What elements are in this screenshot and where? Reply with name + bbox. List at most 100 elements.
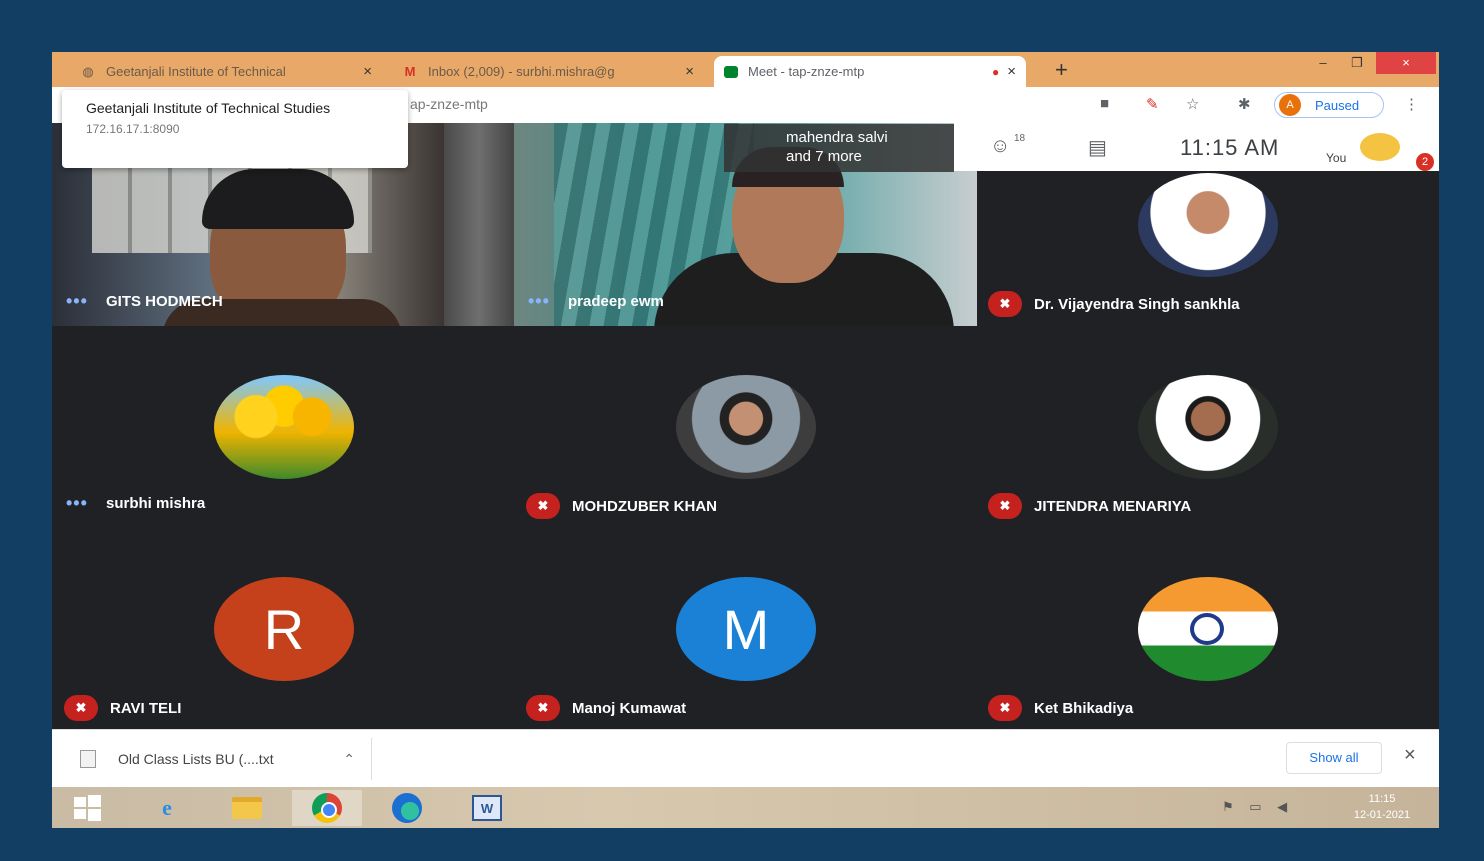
tab-close-button[interactable]: ×: [685, 63, 694, 80]
internet-explorer-button[interactable]: e: [132, 790, 202, 826]
meet-icon: [724, 65, 738, 78]
file-icon: [80, 750, 96, 768]
participant-name: Dr. Vijayendra Singh sankhla: [1034, 295, 1240, 313]
windows-taskbar: e W ⚑ ▭ ◀ 11:15 12-01-2021: [52, 787, 1439, 828]
participant-cap: [202, 169, 354, 229]
word-button[interactable]: W: [452, 790, 522, 826]
taskbar-time: 11:15: [1368, 793, 1396, 805]
mic-off-icon: ✖: [988, 493, 1022, 519]
ie-icon: e: [162, 795, 172, 820]
extensions-icon[interactable]: ✱: [1238, 95, 1251, 113]
participant-name: pradeep ewm: [568, 293, 664, 310]
tab-inbox[interactable]: M Inbox (2,009) - surbhi.mishra@g ×: [392, 56, 704, 87]
blocked-popup-icon[interactable]: ✎: [1146, 95, 1159, 113]
participant-name: JITENDRA MENARIYA: [1034, 497, 1192, 515]
speaking-icon: •••: [66, 291, 88, 311]
participant-name-tag: ••• pradeep ewm: [528, 291, 664, 312]
folder-icon: [232, 797, 262, 819]
start-button[interactable]: [52, 790, 122, 826]
speaking-icon: •••: [528, 291, 550, 311]
meeting-clock: 11:15 AM: [1180, 135, 1280, 160]
avatar: [1138, 173, 1278, 277]
browser-tab-strip: ◍ Geetanjali Institute of Technical × M …: [52, 52, 1439, 87]
meet-top-bar: ☺ 18 ▤ 11:15 AM You 2: [954, 123, 1439, 171]
speaking-icon: •••: [66, 493, 88, 513]
notification-badge: 2: [1416, 153, 1434, 171]
participant-name: GITS HODMECH: [106, 293, 223, 310]
chrome-button[interactable]: [292, 790, 362, 826]
tab-label: Inbox (2,009) - surbhi.mishra@g: [428, 64, 615, 79]
chrome-icon: [312, 793, 342, 823]
download-item[interactable]: Old Class Lists BU (....txt ⌃: [80, 738, 372, 780]
people-icon[interactable]: ☺: [990, 135, 1010, 158]
mic-off-icon: ✖: [526, 695, 560, 721]
recording-dot-icon: ●: [991, 64, 1000, 79]
tooltip-address: 172.16.17.1:8090: [86, 122, 180, 136]
tab-close-button[interactable]: ×: [363, 63, 372, 80]
avatar: [1138, 577, 1278, 681]
camera-icon[interactable]: ■: [1100, 95, 1109, 112]
participant-name-tag: ••• GITS HODMECH: [66, 291, 223, 312]
mic-off-icon: ✖: [64, 695, 98, 721]
taskbar-clock[interactable]: 11:15 12-01-2021: [1342, 791, 1422, 823]
chat-icon[interactable]: ▤: [1088, 135, 1107, 160]
address-bar[interactable]: ap-znze-mtp: [410, 96, 488, 112]
participant-name-tag: ••• surbhi mishra: [66, 493, 205, 514]
download-file-name: Old Class Lists BU (....txt: [118, 751, 274, 767]
gmail-icon: M: [404, 63, 416, 79]
globe-icon: ◍: [82, 63, 94, 79]
tab-hover-tooltip: Geetanjali Institute of Technical Studie…: [62, 90, 408, 168]
edge-button[interactable]: [372, 790, 442, 826]
show-all-button[interactable]: Show all: [1286, 742, 1382, 774]
tab-label: Meet - tap-znze-mtp: [748, 64, 865, 79]
star-icon[interactable]: ☆: [1186, 95, 1199, 113]
download-bar: Old Class Lists BU (....txt ⌃ Show all ×: [52, 729, 1439, 787]
avatar: A: [1279, 94, 1301, 116]
chevron-up-icon[interactable]: ⌃: [343, 751, 355, 768]
menu-icon[interactable]: ⋮: [1404, 95, 1419, 113]
tab-close-button[interactable]: ×: [1007, 63, 1016, 80]
participant-name: surbhi mishra: [106, 495, 206, 512]
more-label-line1: mahendra salvi: [786, 129, 888, 146]
flag-chakra-icon: [1190, 613, 1224, 645]
avatar: [1138, 375, 1278, 479]
avatar: M: [676, 577, 816, 681]
participant-name-tag: ✖ Manoj Kumawat: [526, 695, 686, 721]
edge-icon: [392, 793, 422, 823]
participant-name-tag: ✖ Ket Bhikadiya: [988, 695, 1133, 721]
windows-logo-icon: [74, 795, 101, 821]
participant-name-tag: ✖ MOHDZUBER KHAN: [526, 493, 717, 519]
window-close-button[interactable]: ×: [1376, 52, 1436, 74]
video-divider: [444, 123, 514, 326]
you-label: You: [1326, 151, 1347, 165]
participant-name: Manoj Kumawat: [572, 699, 687, 717]
new-tab-button[interactable]: +: [1055, 57, 1068, 83]
taskbar-date: 12-01-2021: [1353, 809, 1411, 821]
avatar: R: [214, 577, 354, 681]
participant-name: Ket Bhikadiya: [1034, 699, 1134, 717]
participant-name: MOHDZUBER KHAN: [572, 497, 717, 515]
participant-name-tag: ✖ Dr. Vijayendra Singh sankhla: [988, 291, 1240, 317]
self-avatar[interactable]: [1360, 133, 1400, 161]
restore-button[interactable]: ❐: [1342, 52, 1372, 74]
word-icon: W: [472, 795, 502, 821]
profile-button[interactable]: A Paused: [1274, 92, 1384, 118]
tab-label: Geetanjali Institute of Technical: [106, 64, 286, 79]
tab-geetanjali[interactable]: ◍ Geetanjali Institute of Technical ×: [70, 56, 382, 87]
more-participants-label[interactable]: mahendra salvi and 7 more: [724, 124, 954, 172]
meet-grid: mahendra salvi and 7 more ☺ 18 ▤ 11:15 A…: [52, 123, 1439, 729]
minimize-button[interactable]: –: [1308, 52, 1338, 74]
system-tray-icons[interactable]: ⚑ ▭ ◀: [1222, 799, 1293, 815]
mic-off-icon: ✖: [526, 493, 560, 519]
participant-name-tag: ✖ RAVI TELI: [64, 695, 181, 721]
participant-count: 18: [1014, 133, 1026, 144]
more-label-line2: and 7 more: [786, 148, 862, 165]
close-icon[interactable]: ×: [1404, 744, 1416, 767]
avatar: [214, 375, 354, 479]
screen: ◍ Geetanjali Institute of Technical × M …: [52, 52, 1439, 828]
mic-off-icon: ✖: [988, 291, 1022, 317]
tooltip-title: Geetanjali Institute of Technical Studie…: [86, 100, 331, 116]
tab-meet[interactable]: Meet - tap-znze-mtp ● ×: [714, 56, 1026, 87]
profile-status: Paused: [1315, 97, 1360, 113]
file-explorer-button[interactable]: [212, 790, 282, 826]
